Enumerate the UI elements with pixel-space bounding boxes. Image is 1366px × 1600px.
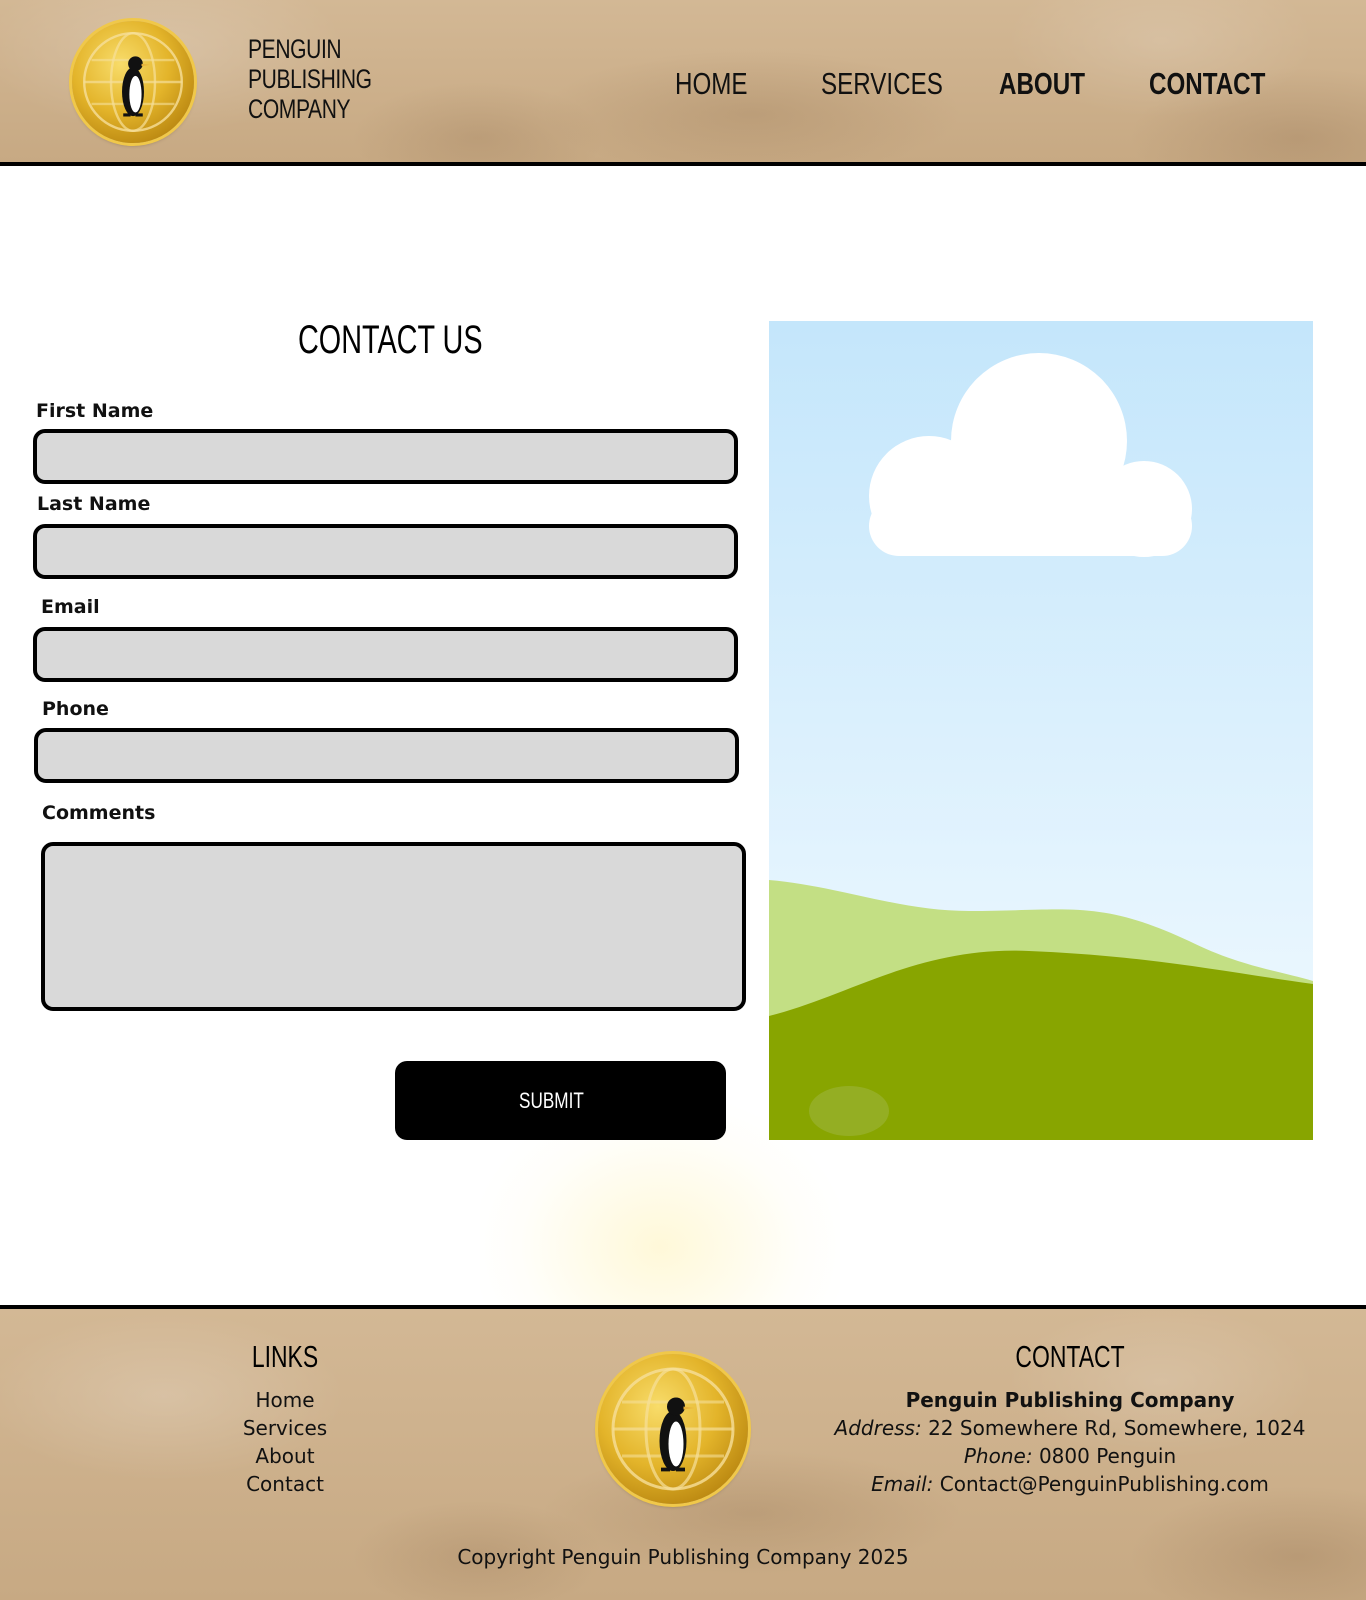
- last-name-field[interactable]: [33, 524, 738, 579]
- email-label: Email: [41, 596, 100, 618]
- penguin-logo-icon: [598, 1354, 748, 1504]
- email-label: Email:: [871, 1472, 934, 1496]
- landscape-illustration: [769, 321, 1313, 1140]
- submit-button[interactable]: SUBMIT: [395, 1061, 726, 1140]
- footer-link-contact[interactable]: Contact: [185, 1470, 385, 1498]
- nav-home[interactable]: HOME: [675, 66, 748, 102]
- footer-address: Address: 22 Somewhere Rd, Somewhere, 102…: [770, 1414, 1366, 1442]
- brand-line: PUBLISHING: [248, 64, 372, 94]
- comments-field[interactable]: [41, 842, 746, 1011]
- page-title: CONTACT US: [298, 318, 483, 362]
- site-header: PENGUIN PUBLISHING COMPANY HOME SERVICES…: [0, 0, 1366, 166]
- nav-about[interactable]: ABOUT: [999, 66, 1085, 102]
- footer-link-services[interactable]: Services: [185, 1414, 385, 1442]
- footer-phone: Phone: 0800 Penguin: [770, 1442, 1366, 1470]
- phone-label: Phone: [42, 698, 109, 720]
- footer-contact-title: CONTACT: [1015, 1339, 1125, 1374]
- last-name-label: Last Name: [37, 493, 151, 515]
- first-name-field[interactable]: [33, 429, 738, 484]
- address-value: 22 Somewhere Rd, Somewhere, 1024: [928, 1416, 1306, 1440]
- brand-name: PENGUIN PUBLISHING COMPANY: [248, 34, 407, 124]
- comments-label: Comments: [42, 802, 156, 824]
- footer-company-name: Penguin Publishing Company: [905, 1388, 1235, 1412]
- footer-link-home[interactable]: Home: [185, 1386, 385, 1414]
- brand-line: PENGUIN: [248, 34, 342, 64]
- penguin-logo-icon[interactable]: [72, 21, 194, 143]
- phone-field[interactable]: [34, 728, 739, 783]
- first-name-label: First Name: [36, 400, 154, 422]
- site-footer: LINKS Home Services About Contact CONTAC…: [0, 1305, 1366, 1600]
- address-label: Address:: [834, 1416, 922, 1440]
- footer-link-about[interactable]: About: [185, 1442, 385, 1470]
- brand-line: COMPANY: [248, 94, 351, 124]
- copyright-text: Copyright Penguin Publishing Company 202…: [457, 1545, 909, 1569]
- footer-links-title: LINKS: [251, 1339, 319, 1374]
- email-value[interactable]: Contact@PenguinPublishing.com: [940, 1472, 1269, 1496]
- email-field[interactable]: [33, 627, 738, 682]
- nav-services[interactable]: SERVICES: [821, 66, 943, 102]
- phone-label: Phone:: [963, 1444, 1033, 1468]
- nav-contact[interactable]: CONTACT: [1149, 66, 1265, 102]
- footer-email: Email: Contact@PenguinPublishing.com: [770, 1470, 1366, 1498]
- submit-label: SUBMIT: [518, 1087, 584, 1113]
- phone-value: 0800 Penguin: [1038, 1444, 1177, 1468]
